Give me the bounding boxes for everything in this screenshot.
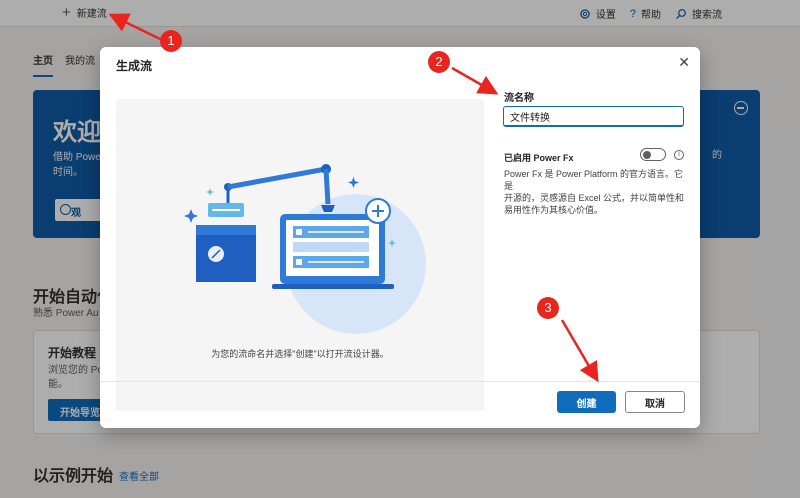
cancel-button[interactable]: 取消 — [625, 391, 685, 413]
annotation-badge: 2 — [428, 51, 450, 73]
power-fx-description: Power Fx 是 Power Platform 的官方语言。它是 开源的，灵… — [504, 168, 688, 216]
fx-desc-line: 易用性作为其核心价值。 — [504, 205, 604, 215]
footer-divider — [100, 381, 700, 382]
power-fx-toggle[interactable] — [640, 148, 666, 161]
toggle-knob — [643, 151, 651, 159]
flow-name-label: 流名称 — [504, 93, 534, 104]
annotation-badge: 3 — [537, 297, 559, 319]
illustration-panel: 为您的流命名并选择"创建"以打开流设计器。 — [116, 99, 484, 411]
fx-desc-line: 开源的，灵感源自 Excel 公式，并以简单性和 — [504, 193, 685, 203]
annotation-badge: 1 — [160, 30, 182, 52]
power-fx-label: 已启用 Power Fx — [504, 153, 574, 163]
flow-illustration — [184, 164, 426, 334]
fx-desc-line: Power Fx 是 Power Platform 的官方语言。它是 — [504, 169, 684, 191]
illustration-caption: 为您的流命名并选择"创建"以打开流设计器。 — [211, 349, 389, 359]
close-icon[interactable]: ✕ — [678, 55, 690, 69]
dialog-title: 生成流 — [116, 59, 153, 73]
info-icon[interactable]: i — [674, 150, 684, 160]
flow-name-input[interactable] — [503, 106, 684, 127]
create-flow-dialog: 生成流 ✕ 为您的流命名并选择"创建"以打开流设计器。 流名称 文件转换 已启用… — [100, 47, 700, 428]
create-button[interactable]: 创建 — [557, 391, 616, 413]
